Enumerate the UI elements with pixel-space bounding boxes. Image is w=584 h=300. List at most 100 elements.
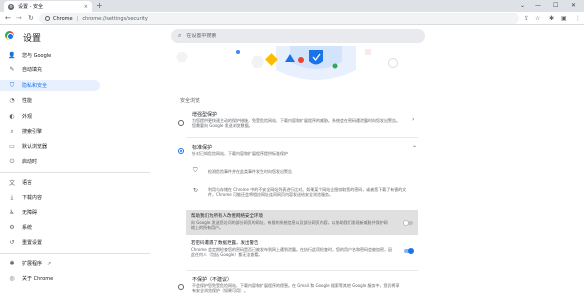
sidebar-item-label: 语言 xyxy=(22,180,33,186)
extensions-icon[interactable]: ✱ xyxy=(549,16,554,22)
sidebar-item-privacy-security[interactable]: ⛉ 隐私和安全 xyxy=(0,80,100,91)
power-icon: ⏻ xyxy=(9,157,15,165)
sidebar-item-performance[interactable]: ◔ 性能 xyxy=(0,95,100,106)
sidebar-item-languages[interactable]: 文 语言 xyxy=(0,177,100,188)
sidebar-item-label: 隐私和安全 xyxy=(22,83,48,89)
sidebar-item-label: 您与 Google xyxy=(22,53,52,59)
sidebar-item-label: 默认浏览器 xyxy=(22,144,48,150)
radio-standard[interactable] xyxy=(178,148,184,154)
sidebar-divider xyxy=(0,172,150,173)
sidebar-item-system[interactable]: ⚙ 系统 xyxy=(0,222,100,233)
address-host: Chrome xyxy=(53,15,73,22)
sidebar-item-label: 启动时 xyxy=(22,159,38,165)
standard-sub-detect: ⛉ 检测危险事件并在此类事件发生时向您发出警告 xyxy=(172,166,426,176)
share-icon[interactable]: ⇪ xyxy=(524,16,529,22)
browser-toolbar: ← → ↻ Chrome | chrome://settings/securit… xyxy=(0,12,584,25)
search-icon: ⌕ xyxy=(178,32,182,39)
security-illustration xyxy=(172,46,426,92)
sub-detect-text: 检测危险事件并在此类事件发生时向您发出警告 xyxy=(208,169,292,174)
palette-icon: ◐ xyxy=(9,113,15,120)
sidebar-item-extensions[interactable]: ✱ 扩展程序 ↗ xyxy=(0,258,100,269)
sidebar-item-label: 重置设置 xyxy=(22,240,43,246)
sidebar-item-label: 搜索引擎 xyxy=(22,129,43,135)
sidebar-item-on-startup[interactable]: ⏻ 启动时 xyxy=(0,156,100,167)
sidebar-item-reset-settings[interactable]: ↺ 重置设置 xyxy=(0,237,100,248)
sidebar: 👤 您与 Google ✎ 自动填充 ⛉ 隐私和安全 ◔ 性能 ◐ 外观 ⌕ 搜… xyxy=(0,46,150,300)
password-leak-toggle[interactable] xyxy=(404,248,414,254)
chevron-right-icon[interactable]: › xyxy=(412,116,414,123)
password-leak-row[interactable]: 若密码遭遇了数据泄露，发出警告 Chrome 会定期检查您的密码是否已被发布到网… xyxy=(172,238,426,266)
radio-no-protection[interactable] xyxy=(178,284,184,290)
download-icon: ⤓ xyxy=(10,193,14,201)
password-leak-title: 若密码遭遇了数据泄露，发出警告 xyxy=(191,241,259,246)
option-divider xyxy=(186,137,418,138)
no-protection-desc: 不会保护您免受危险网站、下载内容和扩展程序的侵害。在 Gmail 和 Googl… xyxy=(192,283,400,293)
help-improve-row[interactable]: 帮助我们为所有人改善网络安全环境 向 Google 发送您访问的部分网页的网址、… xyxy=(186,210,418,235)
sidebar-item-about-chrome[interactable]: ◎ 关于 Chrome xyxy=(0,273,100,284)
toggle-knob xyxy=(403,220,409,226)
tab-strip: ⚙ 设置 - 安全 × + ⌄ — ☐ ✕ xyxy=(0,0,584,12)
address-separator: | xyxy=(76,15,79,22)
security-settings-card: 安全浏览 增强型保护 为您提供更快速主动的保护措施，免受危险网站、下载内容和扩展… xyxy=(172,46,426,300)
tab-close-icon[interactable]: × xyxy=(84,4,88,10)
browser-window-icon: ▭ xyxy=(9,143,15,150)
shield-icon: ⛉ xyxy=(9,81,15,89)
autofill-icon: ✎ xyxy=(9,66,15,73)
sidebar-item-downloads[interactable]: ⤓ 下载内容 xyxy=(0,192,100,203)
chrome-icon xyxy=(45,16,50,21)
profile-icon[interactable]: ▣ xyxy=(561,16,567,22)
option-divider xyxy=(186,270,418,271)
wrench-icon: ⚙ xyxy=(9,224,15,231)
settings-search[interactable]: ⌕ xyxy=(171,29,425,43)
sidebar-item-label: 性能 xyxy=(22,98,33,104)
sidebar-item-label: 关于 Chrome xyxy=(22,276,54,282)
tab-search-icon[interactable]: ⌄ xyxy=(520,2,525,9)
radio-enhanced[interactable] xyxy=(178,120,184,126)
option-no-protection[interactable]: 不保护（不建议） 不会保护您免受危险网站、下载内容和扩展程序的侵害。在 Gmai… xyxy=(172,274,426,300)
help-improve-desc: 向 Google 发送您访问的部分网页的网址、有限的系统信息以及部分网页内容，以… xyxy=(191,220,388,230)
back-button[interactable]: ← xyxy=(5,15,11,22)
option-standard-protection[interactable]: 标准保护 针对已知危险网站、下载内容和扩展程序提供标准保护 ⌃ xyxy=(172,142,426,162)
external-link-icon: ↗ xyxy=(47,260,52,267)
menu-icon[interactable]: ⋮ xyxy=(575,16,581,22)
bookmark-star-icon[interactable]: ☆ xyxy=(535,16,540,22)
sidebar-item-label: 下载内容 xyxy=(22,195,43,201)
sidebar-item-label: 无障碍 xyxy=(22,210,38,216)
reload-button[interactable]: ↻ xyxy=(28,15,34,22)
search-icon: ⌕ xyxy=(10,127,14,135)
tab-title: 设置 - 安全 xyxy=(18,4,43,10)
shield-icon: ⛉ xyxy=(193,167,198,174)
settings-gear-icon: ⚙ xyxy=(8,3,14,10)
page-title: 设置 xyxy=(23,34,42,44)
standard-sub-compare: ↻ 利用与存储在 Chrome 中的不安全网站列表进行比对。如果某个网站企图窃取… xyxy=(172,184,426,206)
toggle-knob xyxy=(408,248,414,254)
minimize-button[interactable]: — xyxy=(535,2,541,9)
standard-title: 标准保护 xyxy=(192,145,213,151)
sidebar-item-you-and-google[interactable]: 👤 您与 Google xyxy=(0,50,100,61)
chevron-up-icon[interactable]: ⌃ xyxy=(412,145,417,152)
no-protection-title: 不保护（不建议） xyxy=(192,277,233,283)
enhanced-desc: 为您提供更快速主动的保护措施，免受危险网站、下载内容和扩展程序的威胁。系统会在密… xyxy=(192,118,400,128)
search-input[interactable] xyxy=(186,33,387,39)
address-bar[interactable]: Chrome | chrome://settings/security xyxy=(39,13,519,24)
chrome-icon: ◎ xyxy=(9,275,15,282)
puzzle-icon: ✱ xyxy=(9,260,15,267)
maximize-button[interactable]: ☐ xyxy=(553,2,558,9)
option-enhanced-protection[interactable]: 增强型保护 为您提供更快速主动的保护措施，免受危险网站、下载内容和扩展程序的威胁… xyxy=(172,108,426,134)
settings-header: 设置 ⌕ xyxy=(0,25,584,46)
tab-settings-security[interactable]: ⚙ 设置 - 安全 × xyxy=(4,1,92,12)
sidebar-item-autofill[interactable]: ✎ 自动填充 xyxy=(0,64,100,75)
sub-compare-text: 利用与存储在 Chrome 中的不安全网站列表进行比对。如果某个网站企图窃取您的… xyxy=(208,187,407,197)
sidebar-item-label: 系统 xyxy=(22,225,33,231)
reset-icon: ↺ xyxy=(9,239,15,246)
sidebar-item-default-browser[interactable]: ▭ 默认浏览器 xyxy=(0,141,100,152)
password-leak-desc: Chrome 会定期检查您的密码是否已被发布到网上遭到泄露。在执行此项检查时，您… xyxy=(191,247,392,257)
forward-button[interactable]: → xyxy=(16,15,22,22)
close-window-button[interactable]: ✕ xyxy=(571,2,576,9)
sidebar-item-search-engine[interactable]: ⌕ 搜索引擎 xyxy=(0,126,100,137)
sidebar-item-appearance[interactable]: ◐ 外观 xyxy=(0,111,100,122)
new-tab-button[interactable]: + xyxy=(96,2,103,10)
chrome-logo-icon xyxy=(5,31,14,40)
sidebar-item-accessibility[interactable]: ♿ 无障碍 xyxy=(0,207,100,218)
help-improve-toggle[interactable] xyxy=(403,220,413,226)
